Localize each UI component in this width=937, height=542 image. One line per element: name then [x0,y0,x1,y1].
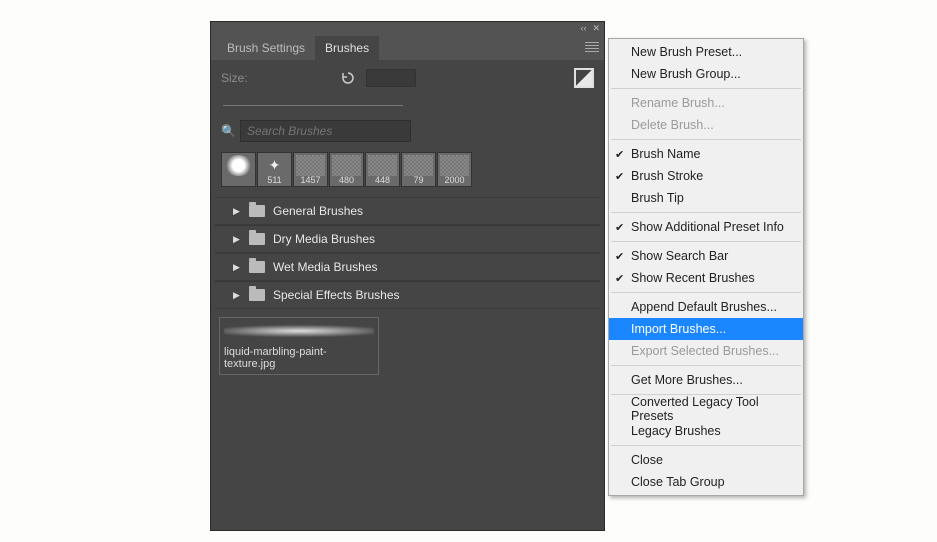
brush-thumb[interactable]: 79 [401,152,436,187]
menu-converted-legacy[interactable]: Converted Legacy Tool Presets [609,398,803,420]
menu-brush-tip[interactable]: Brush Tip [609,187,803,209]
recent-brush-preview[interactable]: liquid-marbling-paint-texture.jpg [219,317,379,375]
menu-get-more[interactable]: Get More Brushes... [609,369,803,391]
panel-tabs: Brush Settings Brushes [211,34,604,60]
menu-brush-stroke[interactable]: ✔Brush Stroke [609,165,803,187]
panel-context-menu: New Brush Preset... New Brush Group... R… [608,38,804,496]
brushes-panel: ‹‹ ✕ Brush Settings Brushes Size: 🔍 511 … [210,21,605,531]
brush-size-label: 79 [413,175,423,186]
menu-legacy-brushes[interactable]: Legacy Brushes [609,420,803,442]
menu-close-tab-group[interactable]: Close Tab Group [609,471,803,493]
collapse-icon[interactable]: ‹‹ [580,23,586,33]
menu-brush-name[interactable]: ✔Brush Name [609,143,803,165]
menu-show-additional[interactable]: ✔Show Additional Preset Info [609,216,803,238]
brush-thumb[interactable]: 448 [365,152,400,187]
menu-show-search[interactable]: ✔Show Search Bar [609,245,803,267]
brush-folders: ▶ General Brushes ▶ Dry Media Brushes ▶ … [215,197,600,309]
menu-separator [611,292,801,293]
brush-thumb[interactable] [221,152,256,187]
brush-stroke-preview [224,320,374,342]
recent-brush-label: liquid-marbling-paint-texture.jpg [224,346,374,370]
menu-new-brush-preset[interactable]: New Brush Preset... [609,41,803,63]
check-icon: ✔ [615,221,624,234]
size-input[interactable] [366,69,416,87]
menu-import-brushes[interactable]: Import Brushes... [609,318,803,340]
menu-separator [611,212,801,213]
menu-new-brush-group[interactable]: New Brush Group... [609,63,803,85]
check-icon: ✔ [615,272,624,285]
brush-thumbnails: 511 1457 480 448 79 2000 [221,152,594,187]
brush-preview-toggle[interactable] [574,68,594,88]
brush-thumb[interactable]: 511 [257,152,292,187]
brush-size-label: 448 [375,175,390,186]
chevron-right-icon: ▶ [233,206,241,217]
menu-separator [611,445,801,446]
close-icon[interactable]: ✕ [592,23,600,34]
tab-brush-settings[interactable]: Brush Settings [217,36,315,60]
size-row: Size: [215,68,600,88]
brush-size-label: 480 [339,175,354,186]
reset-icon[interactable] [340,70,356,86]
menu-separator [611,365,801,366]
menu-append-default[interactable]: Append Default Brushes... [609,296,803,318]
search-input[interactable] [240,120,411,142]
check-icon: ✔ [615,148,624,161]
search-icon: 🔍 [221,124,236,138]
brush-thumb[interactable]: 1457 [293,152,328,187]
panel-menu-icon[interactable] [585,40,599,52]
brush-size-label: 511 [267,175,281,186]
menu-separator [611,139,801,140]
menu-close[interactable]: Close [609,449,803,471]
chevron-right-icon: ▶ [233,234,241,245]
folder-icon [249,233,265,245]
menu-export-selected[interactable]: Export Selected Brushes... [609,340,803,362]
menu-separator [611,88,801,89]
folder-label: General Brushes [273,204,363,218]
folder-label: Wet Media Brushes [273,260,378,274]
folder-label: Dry Media Brushes [273,232,375,246]
folder-icon [249,261,265,273]
chevron-right-icon: ▶ [233,262,241,273]
brush-size-label: 2000 [444,175,464,186]
size-label: Size: [221,71,248,85]
size-slider[interactable] [223,98,403,106]
folder-icon [249,205,265,217]
brush-thumb[interactable]: 480 [329,152,364,187]
tab-brushes[interactable]: Brushes [315,36,379,60]
check-icon: ✔ [615,250,624,263]
panel-body: Size: 🔍 511 1457 480 448 79 2000 ▶ [211,60,604,530]
menu-delete-brush[interactable]: Delete Brush... [609,114,803,136]
check-icon: ✔ [615,170,624,183]
menu-show-recent[interactable]: ✔Show Recent Brushes [609,267,803,289]
folder-label: Special Effects Brushes [273,288,400,302]
search-row: 🔍 [221,120,594,142]
folder-general-brushes[interactable]: ▶ General Brushes [215,197,600,225]
menu-separator [611,241,801,242]
folder-wet-media-brushes[interactable]: ▶ Wet Media Brushes [215,253,600,281]
brush-thumb[interactable]: 2000 [437,152,472,187]
panel-titlebar: ‹‹ ✕ [211,22,604,34]
folder-dry-media-brushes[interactable]: ▶ Dry Media Brushes [215,225,600,253]
brush-size-label: 1457 [300,175,320,186]
chevron-right-icon: ▶ [233,290,241,301]
folder-special-effects-brushes[interactable]: ▶ Special Effects Brushes [215,281,600,309]
folder-icon [249,289,265,301]
menu-rename-brush[interactable]: Rename Brush... [609,92,803,114]
